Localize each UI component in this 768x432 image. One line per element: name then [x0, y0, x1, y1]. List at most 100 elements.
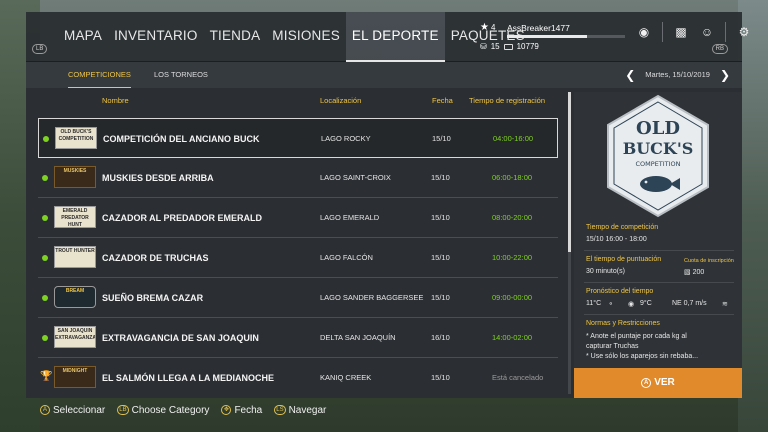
hint-category[interactable]: LB Choose Category: [117, 405, 209, 416]
competition-time: 08:00-20:00: [492, 213, 533, 222]
tab-mapa[interactable]: MAPA: [58, 12, 108, 62]
badge-line1: OLD: [636, 118, 680, 139]
chevron-right-icon[interactable]: ❯: [720, 62, 730, 88]
subtab-los-torneos[interactable]: LOS TORNEOS: [154, 62, 208, 88]
competition-logo: EMERALD PREDATOR HUNT: [54, 206, 96, 228]
competition-date: 15/10: [431, 173, 450, 182]
competition-logo: BREAM: [54, 286, 96, 308]
tab-misiones[interactable]: MISIONES: [266, 12, 346, 62]
player-level: 4: [491, 23, 496, 32]
view-button[interactable]: A VER: [574, 368, 742, 398]
hint-select[interactable]: A Seleccionar: [40, 405, 105, 416]
divider: [725, 22, 726, 42]
competition-logo: OLD BUCK'S COMPETITION: [55, 127, 97, 149]
competition-logo: MIDNIGHT: [54, 366, 96, 388]
competition-time: 06:00-18:00: [492, 173, 533, 182]
header-time: Tiempo de registración: [469, 96, 546, 105]
scrollbar-thumb[interactable]: [568, 92, 571, 252]
rb-bumper-hint[interactable]: RB: [711, 44, 728, 54]
competition-name: MUSKIES DESDE ARRIBA: [102, 173, 214, 183]
lb-button-icon: LB: [117, 405, 129, 415]
entry-fee: ▧ 200: [684, 268, 704, 276]
competition-detail-panel: OLD BUCK'S COMPETITION Tiempo de competi…: [574, 92, 742, 398]
competition-time: 10:00-22:00: [492, 253, 533, 262]
competition-time: Está cancelado: [492, 373, 544, 382]
trophy-icon: 🏆: [40, 371, 53, 382]
background-right: [738, 0, 768, 432]
hint-label: Choose Category: [131, 404, 210, 416]
competition-logo: MUSKIES: [54, 166, 96, 188]
score-time-value: 30 minuto(s): [586, 268, 625, 275]
competition-date: 15/10: [431, 213, 450, 222]
token-count: 15: [490, 42, 500, 51]
hint-label: Navegar: [288, 404, 327, 416]
badge-line2: BUCK'S: [623, 139, 694, 158]
controller-hints: A Seleccionar LB Choose Category ✥ Fecha…: [40, 402, 326, 418]
table-row[interactable]: OLD BUCK'S COMPETITION COMPETICIÓN DEL A…: [38, 118, 558, 158]
competitions-panel: COMPETICIONES LOS TORNEOS ❮ Martes, 15/1…: [26, 62, 742, 398]
table-row[interactable]: BREAM SUEÑO BREMA CAZAR LAGO SANDER BAGG…: [38, 278, 558, 318]
subtab-competiciones[interactable]: COMPETICIONES: [68, 62, 131, 88]
table-row[interactable]: TROUT HUNTER CAZADOR DE TRUCHAS LAGO FAL…: [38, 238, 558, 278]
competition-name: EXTRAVAGANCIA DE SAN JOAQUIN: [102, 333, 259, 343]
air-temperature: 11°C: [586, 300, 602, 307]
xp-progress-bar: [507, 35, 625, 38]
a-button-icon: A: [40, 405, 50, 415]
competition-time: 14:00-02:00: [492, 333, 533, 342]
money-count: 10779: [516, 42, 539, 51]
status-dot: [42, 295, 48, 301]
player-username: AssBreaker1477: [507, 23, 570, 33]
competition-time: 04:00-16:00: [493, 134, 534, 143]
wind-icon: ≋: [722, 301, 728, 308]
wind-value: NE 0,7 m/s: [672, 300, 707, 307]
competition-time-value: 15/10 16:00 - 18:00: [586, 236, 647, 243]
list-scrollbar[interactable]: [568, 92, 571, 394]
top-icons: ◉ ▩ ☺ ⚙: [636, 22, 752, 42]
hot-air-balloon-icon[interactable]: ◉: [636, 24, 652, 40]
entry-fee-label: Cuota de inscripción: [684, 258, 734, 264]
table-header: Nombre Localización Fecha Tiempo de regi…: [26, 92, 566, 110]
hint-date[interactable]: ✥ Fecha: [221, 405, 262, 416]
water-drop-icon: ◉: [628, 301, 635, 308]
friends-icon[interactable]: ☺: [699, 24, 715, 40]
competition-logo: SAN JOAQUIN EXTRAVAGANZA: [54, 326, 96, 348]
currency-display: ⛁ 15 10779: [480, 42, 539, 51]
competition-name: COMPETICIÓN DEL ANCIANO BUCK: [103, 134, 260, 144]
badge-line3: COMPETITION: [635, 160, 680, 168]
thermometer-icon: ⚬: [608, 301, 614, 308]
competition-name: SUEÑO BREMA CAZAR: [102, 293, 204, 303]
gear-icon[interactable]: ⚙: [736, 24, 752, 40]
competition-location: KANIQ CREEK: [320, 373, 372, 382]
weather-label: Pronóstico del tiempo: [586, 288, 654, 295]
star-icon: ★: [480, 22, 489, 33]
competition-date: 16/10: [431, 333, 450, 342]
competition-name: CAZADOR AL PREDADOR EMERALD: [102, 213, 263, 223]
hint-navigate[interactable]: LS Navegar: [274, 405, 326, 416]
table-row[interactable]: MUSKIES MUSKIES DESDE ARRIBA LAGO SAINT-…: [38, 158, 558, 198]
chevron-left-icon[interactable]: ❮: [625, 62, 635, 88]
lb-bumper-hint[interactable]: LB: [32, 44, 48, 54]
competition-time: 09:00-00:00: [492, 293, 533, 302]
entry-fee-value: 200: [692, 269, 705, 276]
rule-line: capturar Truchas: [586, 343, 639, 350]
header-date: Fecha: [432, 96, 453, 105]
current-date: Martes, 15/10/2019: [645, 70, 710, 79]
table-row[interactable]: 🏆 MIDNIGHT EL SALMÓN LLEGA A LA MEDIANOC…: [38, 358, 558, 398]
competition-list: OLD BUCK'S COMPETITION COMPETICIÓN DEL A…: [38, 118, 558, 398]
water-temperature: 9°C: [640, 300, 652, 307]
divider: [584, 282, 734, 283]
player-profile[interactable]: ★ 4 AssBreaker1477 ⛁ 15 10779: [480, 22, 630, 54]
tab-inventario[interactable]: INVENTARIO: [108, 12, 204, 62]
competition-location: LAGO FALCÓN: [320, 253, 373, 262]
rule-line: * Use sólo los aparejos sin rebaba...: [586, 353, 699, 360]
competition-date: 15/10: [431, 293, 450, 302]
leaderboard-icon[interactable]: ▩: [673, 24, 689, 40]
xp-progress-fill: [507, 35, 588, 38]
table-row[interactable]: SAN JOAQUIN EXTRAVAGANZA EXTRAVAGANCIA D…: [38, 318, 558, 358]
a-button-icon: A: [641, 378, 652, 388]
tab-el-deporte[interactable]: EL DEPORTE: [345, 12, 445, 62]
view-button-label: VER: [654, 377, 675, 388]
table-row[interactable]: EMERALD PREDATOR HUNT CAZADOR AL PREDADO…: [38, 198, 558, 238]
competition-location: DELTA SAN JOAQUÍN: [320, 333, 396, 342]
tab-tienda[interactable]: TIENDA: [204, 12, 267, 62]
